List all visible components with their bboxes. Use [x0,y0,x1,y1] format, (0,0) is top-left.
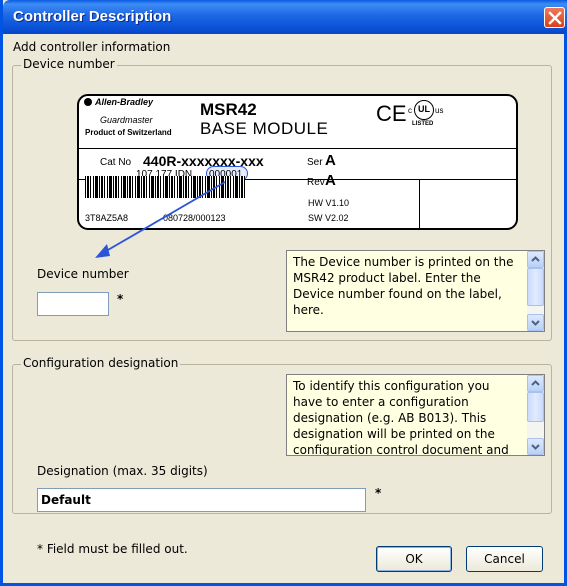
device-required-mark: * [117,292,124,306]
device-number-input[interactable] [37,292,109,316]
ser-value: A [325,152,336,169]
configuration-help-box: To identify this configuration you have … [286,374,545,456]
ul-c-text: c [408,106,412,115]
scroll-up-button[interactable] [527,375,544,392]
intro-text: Add controller information [13,40,171,54]
scroll-down-button[interactable] [527,314,544,331]
chevron-up-icon [531,380,540,386]
device-number-help-text: The Device number is printed on the MSR4… [293,255,514,317]
brand-text: Allen-Bradley [95,97,154,107]
chevron-down-icon [531,444,540,450]
scroll-up-button[interactable] [527,251,544,268]
hw-version-text: HW V1.10 [308,198,350,208]
chevron-down-icon [531,320,540,326]
cancel-button[interactable]: Cancel [466,546,543,572]
close-button[interactable] [544,7,565,28]
window-title: Controller Description [13,8,172,25]
scroll-thumb[interactable] [527,392,544,422]
configuration-designation-legend: Configuration designation [21,356,181,370]
catno-label: Cat No [100,157,132,168]
device-number-legend: Device number [21,57,117,71]
ser-label: Ser [307,157,323,168]
ul-listed-icon: UL [414,100,434,120]
model-text: MSR42 [200,100,257,119]
barcode-image [85,176,245,198]
controller-description-dialog: Controller Description Add controller in… [0,0,567,586]
sw-version-text: SW V2.02 [308,213,349,223]
configuration-help-text: To identify this configuration you have … [293,379,509,456]
catno-value: 440R-xxxxxxx-xxx [143,153,264,169]
serial-text: 3T8AZ5A8 [85,213,129,223]
close-icon [548,11,562,25]
ok-button[interactable]: OK [376,546,452,572]
config-help-scrollbar[interactable] [527,375,544,455]
device-number-label: Device number [37,267,129,281]
ul-listed-text: LISTED [412,121,434,127]
ce-mark-icon: CE [376,101,407,126]
designation-label: Designation (max. 35 digits) [37,464,208,478]
brand2-text: Guardmaster [100,115,153,125]
designation-required-mark: * [375,486,382,500]
title-bar[interactable]: Controller Description [3,0,567,34]
rev-label: Rev [307,177,325,188]
required-footnote: * Field must be filled out. [37,542,188,556]
device-help-scrollbar[interactable] [527,251,544,331]
origin-text: Product of Switzerland [85,128,172,137]
chevron-up-icon [531,256,540,262]
scroll-thumb[interactable] [527,268,544,306]
ab-logo-icon [84,98,92,106]
rev-value: A [325,172,336,189]
ul-us-text: us [435,106,444,115]
designation-input[interactable] [37,488,366,512]
date-code-text: 080728/000123 [163,213,226,223]
scroll-down-button[interactable] [527,438,544,455]
device-number-help-box: The Device number is printed on the MSR4… [286,250,545,332]
module-text: BASE MODULE [200,119,329,138]
